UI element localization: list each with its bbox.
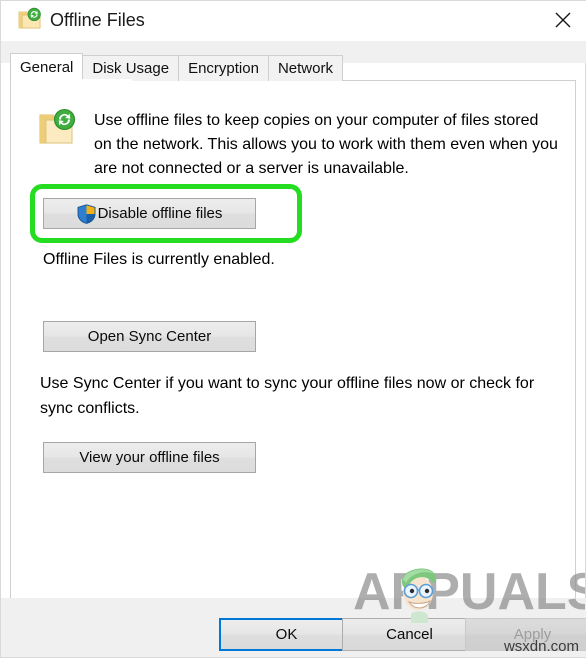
view-offline-files-label: View your offline files: [79, 449, 220, 466]
close-glyph: [555, 12, 571, 28]
ok-button-label: OK: [275, 626, 298, 643]
tab-encryption[interactable]: Encryption: [178, 55, 269, 81]
title-bar: Offline Files: [1, 1, 586, 41]
uac-shield-icon: [77, 203, 96, 224]
tab-disk-usage-label: Disk Usage: [92, 60, 170, 77]
source-watermark-text: wsxdn.com: [503, 638, 579, 655]
sync-center-help-text: Use Sync Center if you want to sync your…: [40, 375, 535, 417]
tab-disk-usage[interactable]: Disk Usage: [82, 55, 180, 81]
view-offline-files-button[interactable]: View your offline files: [43, 442, 256, 473]
cancel-button-label: Cancel: [386, 626, 433, 643]
open-sync-center-button[interactable]: Open Sync Center: [43, 321, 256, 352]
tab-page-top-mask: [11, 79, 132, 82]
cancel-button[interactable]: Cancel: [342, 618, 477, 651]
offline-folder-sync-icon: [17, 7, 43, 33]
disable-offline-files-label: Disable offline files: [97, 205, 223, 222]
disable-offline-files-button[interactable]: Disable offline files: [43, 198, 256, 229]
offline-files-status-text: Offline Files is currently enabled.: [43, 251, 275, 268]
window-title: Offline Files: [50, 10, 145, 30]
tab-network[interactable]: Network: [267, 55, 343, 81]
offline-folder-sync-icon: [38, 107, 78, 149]
tab-general[interactable]: General: [10, 53, 84, 81]
tab-network-label: Network: [277, 60, 333, 77]
offline-files-dialog: Offline Files General Disk Usage Encrypt…: [0, 0, 586, 658]
close-icon[interactable]: [539, 1, 586, 39]
open-sync-center-label: Open Sync Center: [87, 328, 212, 345]
tab-encryption-label: Encryption: [188, 60, 259, 77]
ok-button[interactable]: OK: [219, 618, 354, 651]
description-text: Use offline files to keep copies on your…: [94, 112, 558, 177]
tab-bar: General Disk Usage Encryption Network: [10, 53, 343, 81]
tab-general-label: General: [20, 59, 74, 76]
